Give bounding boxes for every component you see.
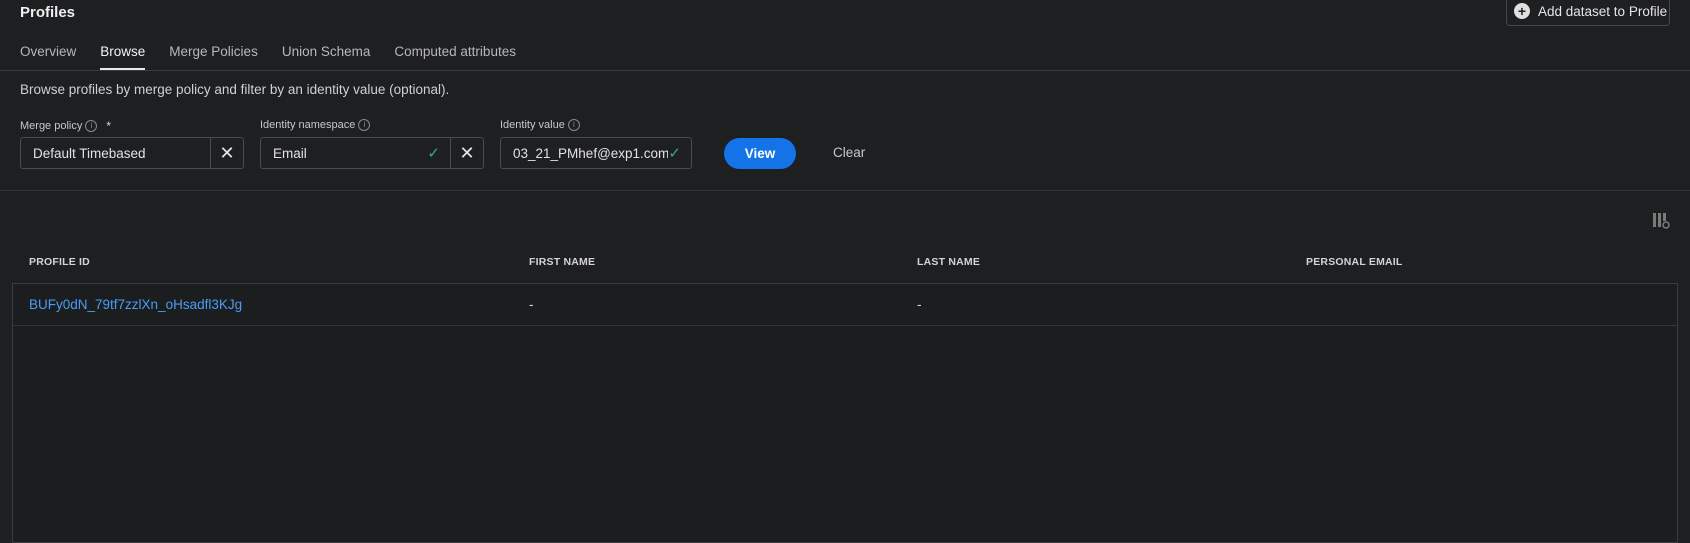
merge-policy-value[interactable]: Default Timebased (21, 146, 210, 161)
identity-namespace-label-text: Identity namespace (260, 119, 356, 131)
page-header: Profiles + Add dataset to Profile Overvi… (0, 0, 1690, 71)
merge-policy-label: Merge policy i * (20, 119, 111, 133)
table-row[interactable]: BUFy0dN_79tf7zzlXn_oHsadfl3KJg - - (13, 284, 1677, 326)
tab-computed-attributes[interactable]: Computed attributes (394, 44, 516, 70)
checkmark-icon: ✓ (427, 145, 440, 162)
required-mark: * (106, 119, 112, 133)
plus-circle-icon: + (1514, 3, 1530, 19)
identity-value-field[interactable]: 03_21_PMhef@exp1.com ✓ (500, 137, 692, 169)
clear-identity-namespace-icon[interactable]: ✕ (450, 138, 483, 168)
merge-policy-field[interactable]: Default Timebased ✕ (20, 137, 244, 169)
identity-namespace-label: Identity namespace i (260, 119, 371, 131)
column-header-last-name[interactable]: LAST NAME (917, 256, 980, 268)
profiles-table: BUFy0dN_79tf7zzlXn_oHsadfl3KJg - - (12, 283, 1678, 543)
last-name-cell: - (917, 297, 922, 312)
identity-namespace-value[interactable]: Email (261, 146, 427, 161)
view-button[interactable]: View (724, 138, 796, 169)
profile-id-link[interactable]: BUFy0dN_79tf7zzlXn_oHsadfl3KJg (29, 297, 242, 312)
info-icon[interactable]: i (567, 119, 580, 131)
tab-browse[interactable]: Browse (100, 44, 146, 70)
column-header-personal-email[interactable]: PERSONAL EMAIL (1306, 256, 1403, 268)
info-icon[interactable]: i (358, 119, 371, 131)
identity-value-label: Identity value i (500, 119, 580, 131)
identity-value-label-text: Identity value (500, 119, 565, 131)
add-dataset-button[interactable]: + Add dataset to Profile (1506, 0, 1670, 26)
add-dataset-label: Add dataset to Profile (1538, 3, 1668, 19)
browse-description: Browse profiles by merge policy and filt… (20, 82, 450, 97)
clear-button[interactable]: Clear (833, 145, 865, 160)
merge-policy-label-text: Merge policy (20, 120, 83, 132)
tab-bar: Overview Browse Merge Policies Union Sch… (20, 44, 540, 70)
tab-merge-policies[interactable]: Merge Policies (169, 44, 258, 70)
checkmark-icon: ✓ (668, 145, 681, 162)
table-header: PROFILE ID FIRST NAME LAST NAME PERSONAL… (12, 256, 1678, 282)
identity-value-input[interactable]: 03_21_PMhef@exp1.com (501, 146, 668, 161)
clear-merge-policy-icon[interactable]: ✕ (210, 138, 243, 168)
column-header-first-name[interactable]: FIRST NAME (529, 256, 595, 268)
tab-overview[interactable]: Overview (20, 44, 76, 70)
page-title: Profiles (20, 4, 76, 21)
tab-union-schema[interactable]: Union Schema (282, 44, 371, 70)
column-header-profile-id[interactable]: PROFILE ID (29, 256, 90, 268)
column-settings-icon[interactable] (1652, 211, 1670, 229)
info-icon[interactable]: i (85, 120, 98, 132)
identity-namespace-field[interactable]: Email ✓ ✕ (260, 137, 484, 169)
first-name-cell: - (529, 297, 534, 312)
divider (0, 190, 1690, 191)
